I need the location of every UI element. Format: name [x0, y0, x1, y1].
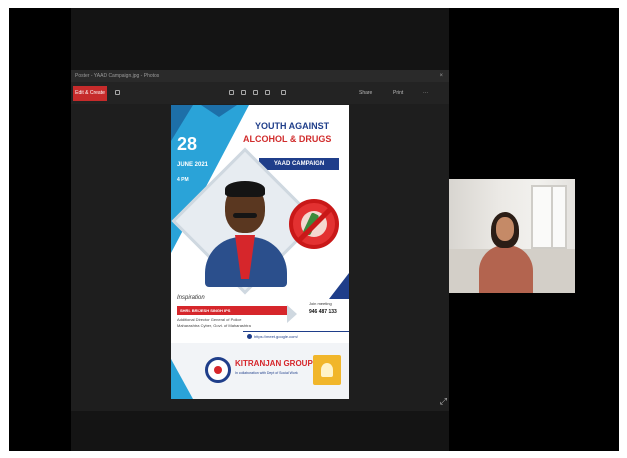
shared-screen-bottom-strip: [71, 411, 449, 451]
view-all-icon[interactable]: [115, 90, 120, 95]
poster-date: 28: [177, 134, 198, 154]
more-options-button[interactable]: ···: [423, 86, 428, 101]
close-icon[interactable]: ×: [439, 70, 443, 82]
link-icon: [247, 334, 252, 340]
photo-viewer-toolbar: Edit & Create Share Print ···: [71, 82, 449, 104]
poster-join-label: Join meeting: [309, 301, 332, 306]
prohibition-slash: [293, 203, 335, 245]
poster-title-line2: ALCOHOL & DRUGS: [243, 134, 332, 144]
zoom-icon[interactable]: [229, 90, 234, 95]
participant-video-tile[interactable]: [449, 179, 575, 293]
poster-speaker-mustache: [233, 213, 257, 218]
poster-group-name: KITRANJAN GROUP: [235, 359, 313, 368]
poster-speaker-name: SHRI. BRIJESH SINGH IPS: [177, 306, 287, 315]
fullscreen-icon[interactable]: ⤢: [440, 396, 447, 407]
favorite-icon[interactable]: [253, 90, 258, 95]
organization-seal-icon: [205, 357, 231, 383]
partner-logo-icon: [313, 355, 341, 385]
campaign-poster-image: 28 JUNE 2021 4 PM YOUTH AGAINST ALCOHOL …: [171, 105, 349, 399]
meeting-window: Poster - YAAD Campaign.jpg - Photos × Ed…: [9, 8, 619, 451]
poster-footer-triangle: [171, 359, 193, 399]
poster-speaker-department: Maharashtra Cyber, Govt. of Maharashtra: [177, 323, 251, 328]
poster-speaker-hair: [225, 181, 265, 197]
participant-face: [496, 217, 514, 241]
no-drugs-icon: [289, 199, 339, 249]
poster-top-triangle: [201, 105, 237, 117]
photo-viewer-titlebar: Poster - YAAD Campaign.jpg - Photos ×: [71, 70, 449, 82]
poster-meeting-id: 946 487 133: [309, 309, 337, 315]
poster-right-triangle: [329, 273, 349, 299]
delete-icon[interactable]: [241, 90, 246, 95]
photo-viewer-title: Poster - YAAD Campaign.jpg - Photos: [75, 73, 160, 79]
rotate-icon[interactable]: [265, 90, 270, 95]
crop-icon[interactable]: [281, 90, 286, 95]
poster-time: 4 PM: [177, 177, 189, 183]
poster-inspiration-label: Inspiration: [177, 295, 205, 301]
partner-logo-mark: [321, 363, 333, 377]
poster-arrow-icon: [287, 305, 297, 323]
poster-url: https://meet.google.com/: [254, 334, 298, 339]
participant-window-bar: [551, 185, 553, 249]
participant-body: [479, 245, 533, 293]
shared-screen-top-strip: [71, 8, 449, 70]
participant-window: [531, 185, 567, 249]
poster-speaker-role: Additional Director General of Police: [177, 317, 242, 322]
poster-title-line1: YOUTH AGAINST: [255, 121, 330, 131]
poster-group-subtitle: In collaboration with Dept of Social Wor…: [235, 371, 298, 375]
print-button[interactable]: Print: [393, 86, 403, 101]
edit-create-button[interactable]: Edit & Create: [73, 86, 107, 101]
shared-screen: Poster - YAAD Campaign.jpg - Photos × Ed…: [71, 8, 449, 451]
seal-center: [214, 366, 222, 374]
poster-campaign-badge: YAAD CAMPAIGN: [259, 158, 339, 170]
poster-month-year: JUNE 2021: [177, 162, 209, 168]
share-button[interactable]: Share: [359, 86, 372, 101]
poster-url-bar: https://meet.google.com/: [243, 331, 349, 341]
